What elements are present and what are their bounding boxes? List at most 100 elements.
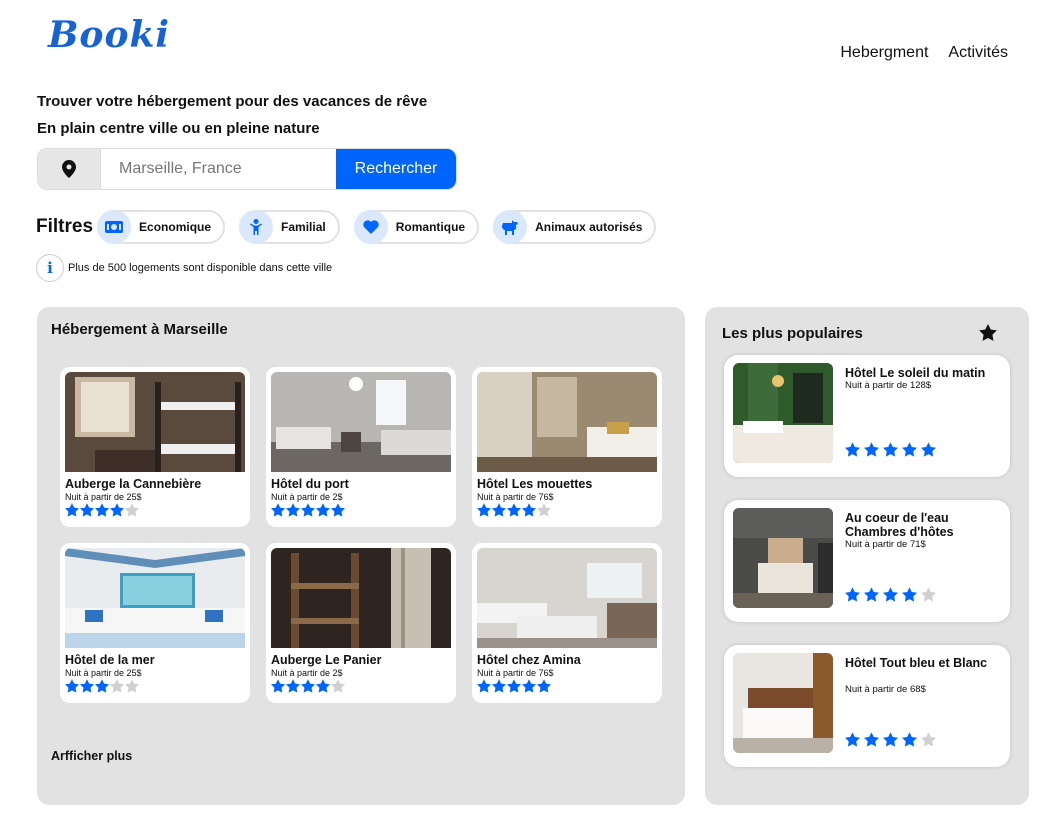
filter-romantique[interactable]: Romantique (353, 210, 480, 244)
star-icon (979, 324, 997, 346)
star-filled-icon (864, 587, 879, 602)
popular-price: Nuit à partir de 68$ (845, 684, 926, 695)
star-filled-icon (883, 442, 898, 457)
filter-label: Romantique (395, 220, 466, 234)
star-filled-icon (95, 503, 109, 517)
listing-card[interactable]: Hôtel du port Nuit à partir de 2$ (266, 367, 456, 527)
star-empty-icon (921, 587, 936, 602)
popular-card[interactable]: Hôtel Le soleil du matin Nuit à partir d… (724, 355, 1010, 477)
filter-animaux[interactable]: Animaux autorisés (493, 210, 657, 244)
show-more-link[interactable]: Arfficher plus (51, 749, 132, 763)
star-empty-icon (537, 503, 551, 517)
star-filled-icon (477, 679, 491, 693)
listing-price: Nuit à partir de 2$ (271, 492, 343, 502)
listings-title: Hébergement à Marseille (51, 321, 228, 338)
star-filled-icon (286, 679, 300, 693)
popular-price: Nuit à partir de 71$ (845, 539, 926, 550)
star-filled-icon (477, 503, 491, 517)
star-filled-icon (902, 732, 917, 747)
rating-stars (477, 679, 657, 693)
star-filled-icon (271, 503, 285, 517)
popular-name: Hôtel Tout bleu et Blanc (845, 656, 988, 670)
star-filled-icon (301, 503, 315, 517)
nav-link-hebergement[interactable]: Hebergment (840, 44, 928, 62)
star-filled-icon (95, 679, 109, 693)
star-filled-icon (65, 503, 79, 517)
star-filled-icon (286, 503, 300, 517)
filters-bar: Filtres Economique Familial Romantique A… (36, 210, 670, 244)
listing-name: Auberge la Cannebière (65, 477, 202, 491)
star-empty-icon (125, 679, 139, 693)
popular-price: Nuit à partir de 128$ (845, 380, 932, 391)
star-filled-icon (507, 503, 521, 517)
popular-photo (733, 653, 833, 753)
star-filled-icon (316, 503, 330, 517)
listing-price: Nuit à partir de 76$ (477, 492, 554, 502)
listing-name: Hôtel chez Amina (477, 653, 581, 667)
star-filled-icon (845, 732, 860, 747)
star-filled-icon (492, 503, 506, 517)
filter-economique[interactable]: Economique (97, 210, 226, 244)
listing-price: Nuit à partir de 25$ (65, 492, 142, 502)
dog-icon (493, 210, 528, 244)
money-icon (97, 210, 132, 244)
listing-card[interactable]: Auberge Le Panier Nuit à partir de 2$ (266, 543, 456, 703)
listing-name: Hôtel Les mouettes (477, 477, 593, 491)
nav-link-activites[interactable]: Activités (948, 44, 1008, 62)
listing-price: Nuit à partir de 25$ (65, 668, 142, 678)
popular-panel: Les plus populaires Hôtel Le soleil du m… (705, 307, 1029, 805)
rating-stars (477, 503, 657, 517)
page-headline: Trouver votre hébergement pour des vacan… (37, 93, 428, 110)
search-input[interactable] (100, 149, 336, 189)
star-filled-icon (271, 679, 285, 693)
star-filled-icon (883, 732, 898, 747)
popular-card[interactable]: Au coeur de l'eau Chambres d'hôtes Nuit … (724, 500, 1010, 622)
star-filled-icon (331, 503, 345, 517)
rating-stars (845, 732, 936, 747)
listing-photo (65, 372, 245, 472)
star-filled-icon (80, 503, 94, 517)
listing-photo (271, 548, 451, 648)
listing-card[interactable]: Auberge la Cannebière Nuit à partir de 2… (60, 367, 250, 527)
popular-card[interactable]: Hôtel Tout bleu et Blanc Nuit à partir d… (724, 645, 1010, 767)
star-filled-icon (845, 587, 860, 602)
listing-photo (477, 548, 657, 648)
popular-photo (733, 508, 833, 608)
listings-grid: Auberge la Cannebière Nuit à partir de 2… (60, 367, 662, 703)
main-nav: Hebergment Activités (840, 44, 1008, 62)
rating-stars (271, 503, 451, 517)
search-bar: Rechercher (37, 148, 457, 190)
filter-label: Familial (281, 220, 326, 234)
star-filled-icon (316, 679, 330, 693)
star-filled-icon (492, 679, 506, 693)
listing-name: Hôtel du port (271, 477, 349, 491)
rating-stars (65, 503, 245, 517)
filters-title: Filtres (36, 216, 94, 237)
star-empty-icon (331, 679, 345, 693)
heart-icon (353, 210, 388, 244)
rating-stars (271, 679, 451, 693)
listing-card[interactable]: Hôtel de la mer Nuit à partir de 25$ (60, 543, 250, 703)
star-filled-icon (65, 679, 79, 693)
popular-name: Hôtel Le soleil du matin (845, 366, 986, 380)
star-filled-icon (864, 442, 879, 457)
map-pin-icon (38, 149, 100, 189)
info-message: i Plus de 500 logements sont disponible … (36, 254, 332, 282)
popular-title: Les plus populaires (722, 325, 863, 342)
star-filled-icon (301, 679, 315, 693)
star-empty-icon (110, 679, 124, 693)
filter-familial[interactable]: Familial (239, 210, 340, 244)
star-filled-icon (80, 679, 94, 693)
listing-price: Nuit à partir de 2$ (271, 668, 343, 678)
star-filled-icon (883, 587, 898, 602)
listing-card[interactable]: Hôtel chez Amina Nuit à partir de 76$ (472, 543, 662, 703)
listing-card[interactable]: Hôtel Les mouettes Nuit à partir de 76$ (472, 367, 662, 527)
listing-photo (65, 548, 245, 648)
booki-logo[interactable]: Booki (48, 14, 170, 56)
info-text: Plus de 500 logements sont disponible da… (68, 262, 333, 274)
star-filled-icon (864, 732, 879, 747)
filter-label: Animaux autorisés (535, 220, 643, 234)
star-filled-icon (902, 587, 917, 602)
rating-stars (845, 587, 936, 602)
search-button[interactable]: Rechercher (336, 149, 456, 189)
